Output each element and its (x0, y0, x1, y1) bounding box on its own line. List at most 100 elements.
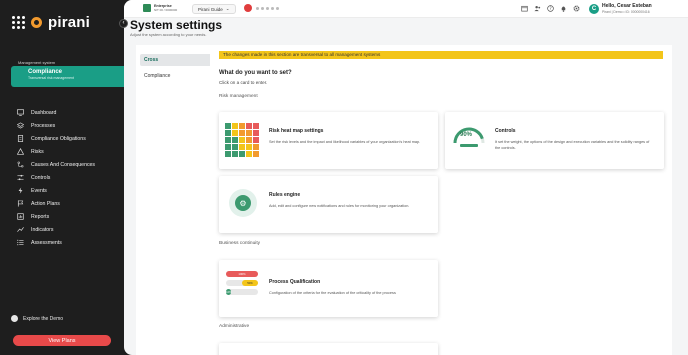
layers-icon (17, 122, 24, 129)
module-selector-compliance[interactable]: Compliance Transversal risk management (11, 66, 128, 87)
top-bar: Enterprise NIT 00 / 0000000 Pirani Guide… (124, 0, 688, 18)
sidebar-item-label: Indicators (31, 226, 54, 233)
heatmap-cell (232, 137, 238, 143)
heatmap-cell (225, 137, 231, 143)
gear-icon: ⚙ (235, 195, 251, 211)
sidebar-item-label: Processes (31, 122, 56, 129)
page-title: System settings (130, 18, 223, 32)
rules-engine-icon: ⚙ (229, 189, 257, 217)
card-rules-engine[interactable]: ⚙ Rules engine Add, edit and configure n… (219, 176, 438, 233)
bell-icon[interactable] (560, 5, 567, 12)
card-process-qualification[interactable]: 100% 50% 10% Process Qualification Confi… (219, 260, 438, 317)
sidebar-item-controls[interactable]: Controls (0, 171, 124, 184)
gear-icon[interactable] (573, 5, 580, 12)
progress-dots (256, 7, 279, 10)
pq-bar-medium: 50% (242, 280, 258, 286)
sidebar-item-label: Compliance Obligations (31, 135, 86, 142)
tab-compliance[interactable]: Compliance (140, 70, 214, 82)
heatmap-cell (253, 144, 259, 150)
chart-icon (17, 226, 24, 233)
sliders-icon (17, 174, 24, 181)
sidebar-item-label: Controls (31, 174, 51, 181)
user-greeting: Hello, Cesar Esteban (602, 3, 652, 9)
transversal-notice: The changes made in this section are tra… (219, 51, 663, 59)
sidebar-item-processes[interactable]: Processes (0, 119, 124, 132)
report-icon (17, 213, 24, 220)
process-qualification-icon: 100% 50% 10% (226, 271, 258, 298)
sidebar: pirani Management system Compliance Tran… (0, 0, 128, 355)
sidebar-item-label: Action Plans (31, 200, 60, 207)
sidebar-item-reports[interactable]: Reports (0, 210, 124, 223)
management-system-label: Management system (18, 60, 56, 65)
sidebar-item-indicators[interactable]: Indicators (0, 223, 124, 236)
question-title: What do you want to set? (219, 70, 292, 76)
bolt-icon (17, 187, 24, 194)
card-administrative[interactable] (219, 343, 438, 355)
sidebar-item-label: Assessments (31, 239, 62, 246)
company-nit: NIT 00 / 0000000 (154, 8, 178, 12)
explore-demo-link[interactable]: Explore the Demo (11, 315, 63, 322)
pq-bar-low: 10% (226, 289, 232, 295)
avatar[interactable]: C (589, 4, 599, 14)
card-risk-heat-map[interactable]: Risk heat map settings Set the risk leve… (219, 112, 438, 169)
settings-content: The changes made in this section are tra… (210, 45, 672, 355)
company-selector[interactable]: Enterprise NIT 00 / 0000000 (143, 4, 177, 12)
heatmap-cell (225, 123, 231, 129)
section-administrative: Administrative (219, 324, 250, 329)
heatmap-cell (253, 151, 259, 157)
module-name: Compliance (28, 69, 63, 75)
top-icons: ? (521, 5, 580, 12)
warning-icon (17, 148, 24, 155)
records-icon[interactable] (521, 5, 528, 12)
people-icon[interactable] (534, 5, 541, 12)
card-controls[interactable]: 90% Controls It set the weight, the opti… (445, 112, 664, 169)
help-icon[interactable]: ? (547, 5, 554, 12)
card-title: Controls (495, 128, 516, 134)
heatmap-cell (239, 130, 245, 136)
view-plans-button[interactable]: View Plans (13, 335, 111, 346)
sidebar-item-action-plans[interactable]: Action Plans (0, 197, 124, 210)
sidebar-item-dashboard[interactable]: Dashboard (0, 106, 124, 119)
card-description: It set the weight, the options of the de… (495, 140, 650, 150)
sidebar-item-compliance-obligations[interactable]: Compliance Obligations (0, 132, 124, 145)
guide-label: Pirani Guide (198, 6, 223, 12)
sidebar-item-risks[interactable]: Risks (0, 145, 124, 158)
instruction-text: Click on a card to enter. (219, 80, 268, 85)
heatmap-cell (239, 151, 245, 157)
list-icon (17, 239, 24, 246)
heatmap-cell (239, 144, 245, 150)
monitor-icon (17, 109, 24, 116)
sidebar-item-label: Events (31, 187, 47, 194)
record-icon[interactable] (244, 4, 252, 12)
pirani-guide-dropdown[interactable]: Pirani Guide ⌄ (192, 4, 236, 14)
company-logo-icon (143, 4, 151, 12)
card-description: Add, edit and configure new notification… (269, 204, 410, 208)
chevron-down-icon: ⌄ (225, 6, 230, 11)
pirani-logo-icon (31, 17, 42, 28)
tab-cross[interactable]: Cross (140, 54, 214, 66)
sidebar-item-causes-and-consequences[interactable]: Causes And Consequences (0, 158, 124, 171)
explore-demo-label: Explore the Demo (23, 315, 64, 322)
heatmap-cell (246, 123, 252, 129)
heatmap-cell (225, 130, 231, 136)
flag-icon (17, 200, 24, 207)
sidebar-item-label: Causes And Consequences (31, 161, 96, 168)
heatmap-cell (253, 130, 259, 136)
branch-icon (17, 161, 24, 168)
card-title: Risk heat map settings (269, 128, 324, 134)
collapse-sidebar-chevron-icon[interactable]: ‹ (119, 19, 128, 28)
card-title: Rules engine (269, 192, 301, 198)
heatmap-cell (246, 151, 252, 157)
apps-grid-icon[interactable] (12, 16, 25, 29)
heatmap-cell (232, 123, 238, 129)
sidebar-item-assessments[interactable]: Assessments (0, 236, 124, 249)
heatmap-cell (253, 123, 259, 129)
sidebar-item-events[interactable]: Events (0, 184, 124, 197)
brand-logo[interactable]: pirani (12, 14, 90, 31)
section-business-continuity: Business continuity (219, 241, 261, 246)
pq-bar-track: 50% (226, 280, 258, 286)
pq-bar-high: 100% (226, 271, 258, 277)
heatmap-cell (232, 130, 238, 136)
heatmap-cell (246, 130, 252, 136)
user-info: Pirani | Demo • ID: 0000000416 (602, 10, 650, 14)
